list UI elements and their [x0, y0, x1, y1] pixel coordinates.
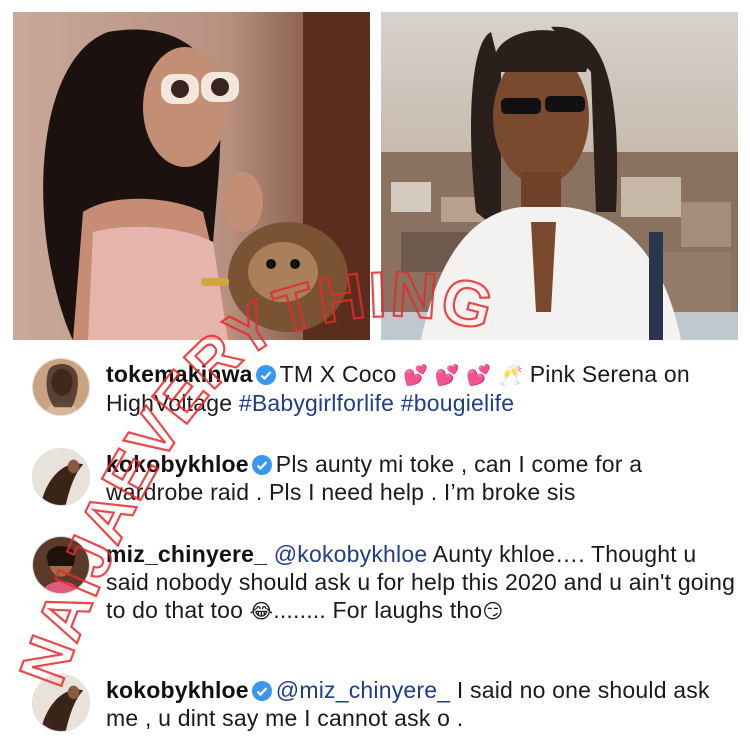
photo-collage: [0, 0, 750, 348]
username[interactable]: kokobykhloe: [106, 677, 249, 703]
avatar[interactable]: [32, 674, 90, 732]
comment-text: kokobykhloe @miz_chinyere_ I said no one …: [106, 676, 736, 732]
avatar[interactable]: [32, 448, 90, 506]
comment-text: miz_chinyere_ @kokobykhloe Aunty khloe….…: [106, 540, 736, 625]
comment-body-text: TM X Coco: [279, 361, 404, 387]
verified-badge-icon: [251, 455, 272, 475]
username[interactable]: miz_chinyere_: [106, 541, 267, 567]
hearts-and-cheers-emoji: 💕 💕 💕 🥂: [403, 363, 524, 387]
username[interactable]: tokemakinwa: [106, 361, 253, 387]
photo-right-woman-city: [381, 12, 738, 340]
comment-body-text: ........ For laughs tho: [273, 597, 483, 623]
smirk-emoji: 😏: [482, 599, 504, 623]
mention-link[interactable]: @kokobykhloe: [274, 541, 428, 567]
photo-left-woman-with-dog: [13, 12, 370, 340]
comments-section: tokemakinwa TM X Coco 💕 💕 💕 🥂 Pink Serena…: [0, 348, 750, 750]
laughing-emoji: 😂: [249, 599, 274, 623]
spacer-text: [394, 390, 401, 416]
verified-badge-icon: [251, 681, 272, 701]
hashtag-link[interactable]: #bougielife: [401, 390, 514, 416]
verified-badge-icon: [255, 365, 276, 385]
mention-link[interactable]: @miz_chinyere_: [276, 677, 450, 703]
comment-text: kokobykhloe Pls aunty mi toke , can I com…: [106, 450, 736, 506]
avatar[interactable]: [32, 358, 90, 416]
hashtag-link[interactable]: #Babygirlforlife: [239, 390, 394, 416]
username[interactable]: kokobykhloe: [106, 451, 249, 477]
comment-text: tokemakinwa TM X Coco 💕 💕 💕 🥂 Pink Serena…: [106, 360, 736, 417]
avatar[interactable]: [32, 536, 90, 594]
